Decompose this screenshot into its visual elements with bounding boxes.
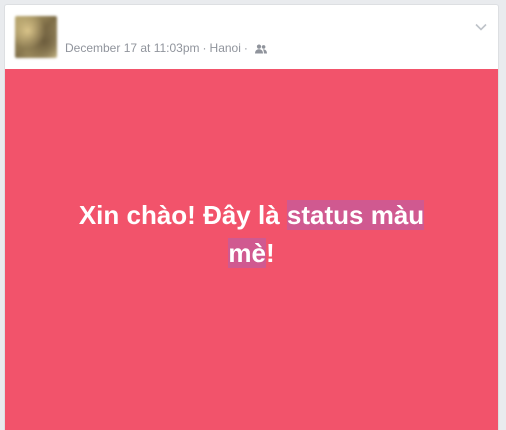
status-text: Xin chào! Đây là status màu mè! (42, 196, 462, 272)
meta-separator: · (243, 41, 248, 55)
post-card: December 17 at 11:03pm · Hanoi · Xin chà… (4, 4, 499, 430)
status-text-end: ! (265, 238, 275, 268)
avatar[interactable] (15, 16, 57, 58)
meta-separator: · (202, 41, 207, 55)
chevron-down-icon[interactable] (474, 19, 488, 31)
post-meta: December 17 at 11:03pm · Hanoi · (65, 41, 267, 55)
friends-icon[interactable] (254, 43, 267, 54)
status-background: Xin chào! Đây là status màu mè! (5, 69, 498, 430)
status-text-highlight: status màu (286, 200, 425, 230)
post-header: December 17 at 11:03pm · Hanoi · (5, 5, 498, 69)
status-text-highlight: mè (228, 238, 266, 268)
post-location[interactable]: Hanoi (210, 41, 241, 55)
status-text-plain: Xin chào! Đây là (78, 200, 287, 230)
post-timestamp[interactable]: December 17 at 11:03pm (65, 41, 200, 55)
